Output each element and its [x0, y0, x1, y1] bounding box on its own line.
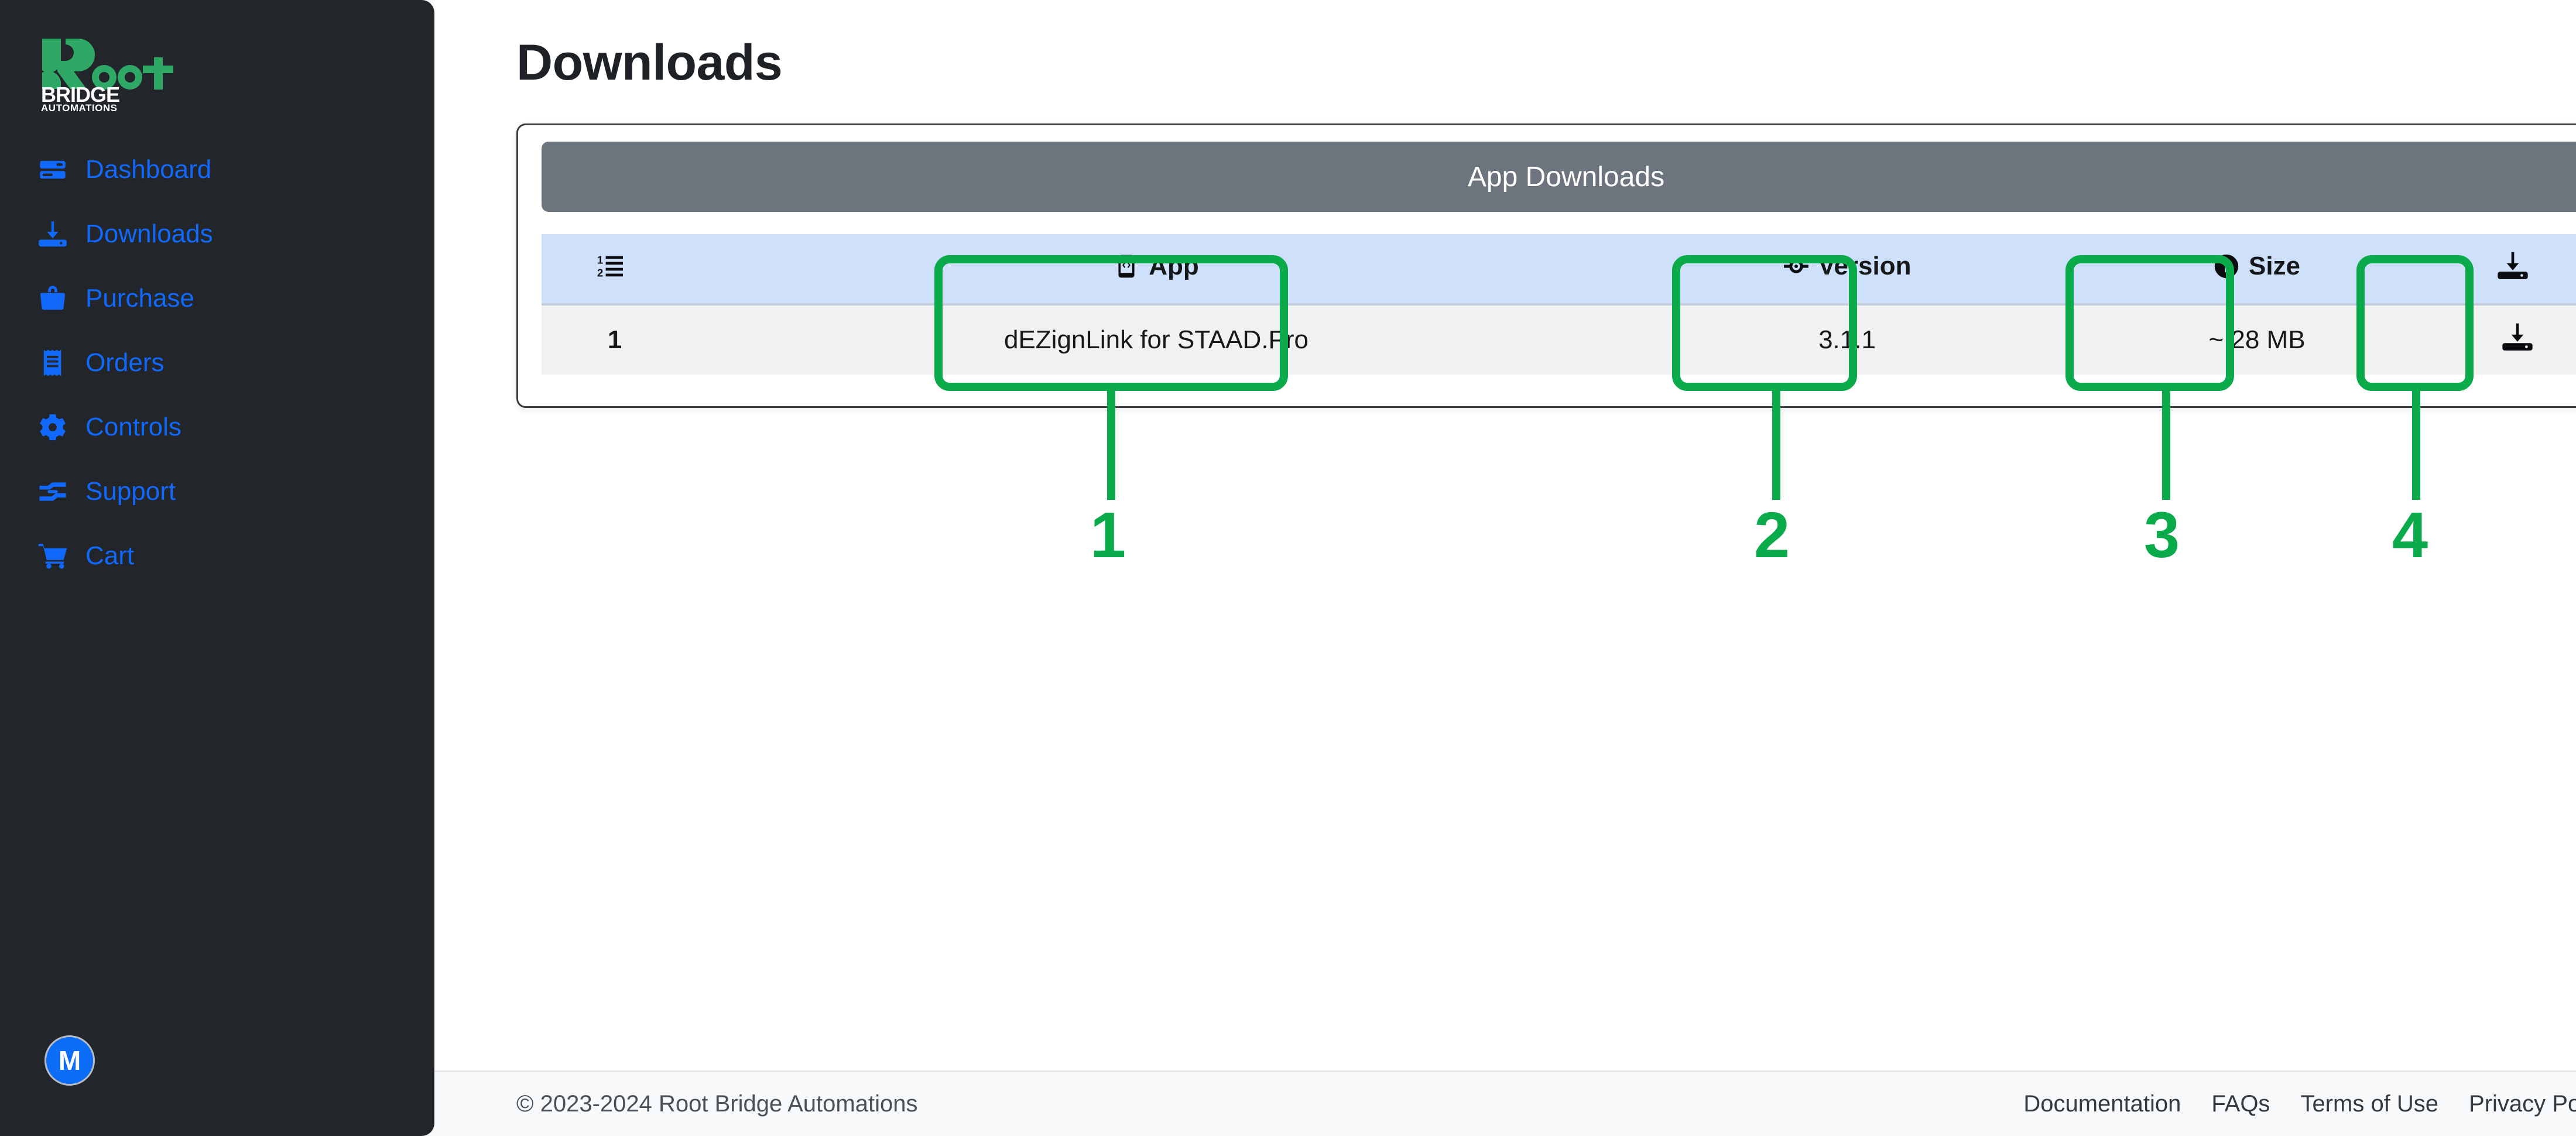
column-header-version[interactable]: Version	[1625, 234, 2070, 306]
cell-version: 3.1.1	[1818, 325, 1876, 354]
avatar-container[interactable]: M	[44, 1035, 95, 1086]
sidebar-item-support[interactable]: Support	[0, 473, 434, 510]
footer-link-documentation[interactable]: Documentation	[2023, 1091, 2181, 1117]
sidebar-item-label: Downloads	[85, 219, 213, 248]
info-circle-icon	[2214, 253, 2239, 279]
root-bridge-automations-logo-icon: BRIDGE AUTOMATIONS	[41, 39, 173, 114]
download-icon	[37, 219, 68, 249]
brand-logo[interactable]: BRIDGE AUTOMATIONS	[40, 36, 180, 114]
downloads-card: App Downloads 12 App Version Size 1 dEZi…	[516, 123, 2576, 408]
sidebar-item-label: Orders	[85, 348, 165, 377]
column-header-download[interactable]	[2444, 234, 2576, 306]
ordered-list-icon: 12	[597, 253, 623, 279]
footer-link-privacy[interactable]: Privacy Policy	[2469, 1091, 2576, 1117]
sidebar-item-label: Controls	[85, 413, 181, 441]
sidebar-item-controls[interactable]: Controls	[0, 409, 434, 446]
hands-helping-icon	[37, 476, 68, 507]
cell-download[interactable]	[2444, 304, 2576, 375]
table-body: 1 dEZignLink for STAAD.Pro 3.1.1 ~ 28 MB	[542, 304, 2576, 375]
receipt-icon	[37, 348, 68, 378]
main-content: Downloads App Downloads 12 App Version S…	[434, 0, 2576, 1136]
footer-copyright: © 2023-2024 Root Bridge Automations	[516, 1091, 918, 1117]
code-branch-icon	[1783, 253, 1809, 279]
page-title: Downloads	[516, 35, 783, 91]
column-header-index[interactable]: 12	[542, 234, 688, 306]
table-row: 1 dEZignLink for STAAD.Pro 3.1.1 ~ 28 MB	[542, 304, 2576, 375]
sidebar-item-label: Dashboard	[85, 155, 212, 184]
footer-link-faqs[interactable]: FAQs	[2211, 1091, 2270, 1117]
svg-text:2: 2	[597, 266, 603, 279]
footer-link-terms[interactable]: Terms of Use	[2300, 1091, 2438, 1117]
table-head: 12 App Version Size	[542, 234, 2576, 306]
download-button[interactable]	[2501, 321, 2534, 354]
shopping-cart-icon	[37, 541, 68, 571]
mobile-code-icon	[1114, 253, 1139, 279]
cell-app: dEZignLink for STAAD.Pro	[1003, 325, 1309, 354]
sidebar-item-orders[interactable]: Orders	[0, 344, 434, 382]
sidebar-nav: Dashboard Downloads Purchase Orders Cont…	[0, 151, 434, 602]
sidebar-item-label: Support	[85, 477, 176, 506]
page-footer: © 2023-2024 Root Bridge Automations Docu…	[434, 1070, 2576, 1136]
sidebar-item-label: Purchase	[85, 284, 194, 313]
app-root: BRIDGE AUTOMATIONS Dashboard Downloads P…	[0, 0, 2576, 1136]
column-header-size-label: Size	[2248, 252, 2301, 280]
sidebar-item-cart[interactable]: Cart	[0, 537, 434, 575]
footer-links: Documentation FAQs Terms of Use Privacy …	[2023, 1091, 2576, 1117]
download-icon[interactable]	[2496, 249, 2529, 282]
app-downloads-table: 12 App Version Size 1 dEZignLink for STA…	[542, 234, 2576, 375]
column-header-app-label: App	[1149, 252, 1199, 280]
cell-size: ~ 28 MB	[2208, 325, 2306, 354]
gear-icon	[37, 412, 68, 442]
card-header-title: App Downloads	[542, 142, 2576, 212]
svg-text:1: 1	[597, 253, 603, 266]
column-header-version-label: Version	[1818, 252, 1912, 280]
dashboard-icon	[37, 155, 68, 185]
sidebar-item-label: Cart	[85, 541, 135, 570]
sidebar-item-dashboard[interactable]: Dashboard	[0, 151, 434, 188]
sidebar-item-downloads[interactable]: Downloads	[0, 215, 434, 253]
svg-text:AUTOMATIONS: AUTOMATIONS	[41, 102, 117, 112]
table-header-row: 12 App Version Size	[542, 234, 2576, 306]
column-header-size[interactable]: Size	[2070, 234, 2444, 306]
cell-index: 1	[607, 325, 622, 354]
column-header-app[interactable]: App	[688, 234, 1625, 306]
sidebar-item-purchase[interactable]: Purchase	[0, 280, 434, 317]
avatar[interactable]: M	[44, 1035, 95, 1086]
shopping-bag-icon	[37, 283, 68, 314]
sidebar: BRIDGE AUTOMATIONS Dashboard Downloads P…	[0, 0, 434, 1136]
